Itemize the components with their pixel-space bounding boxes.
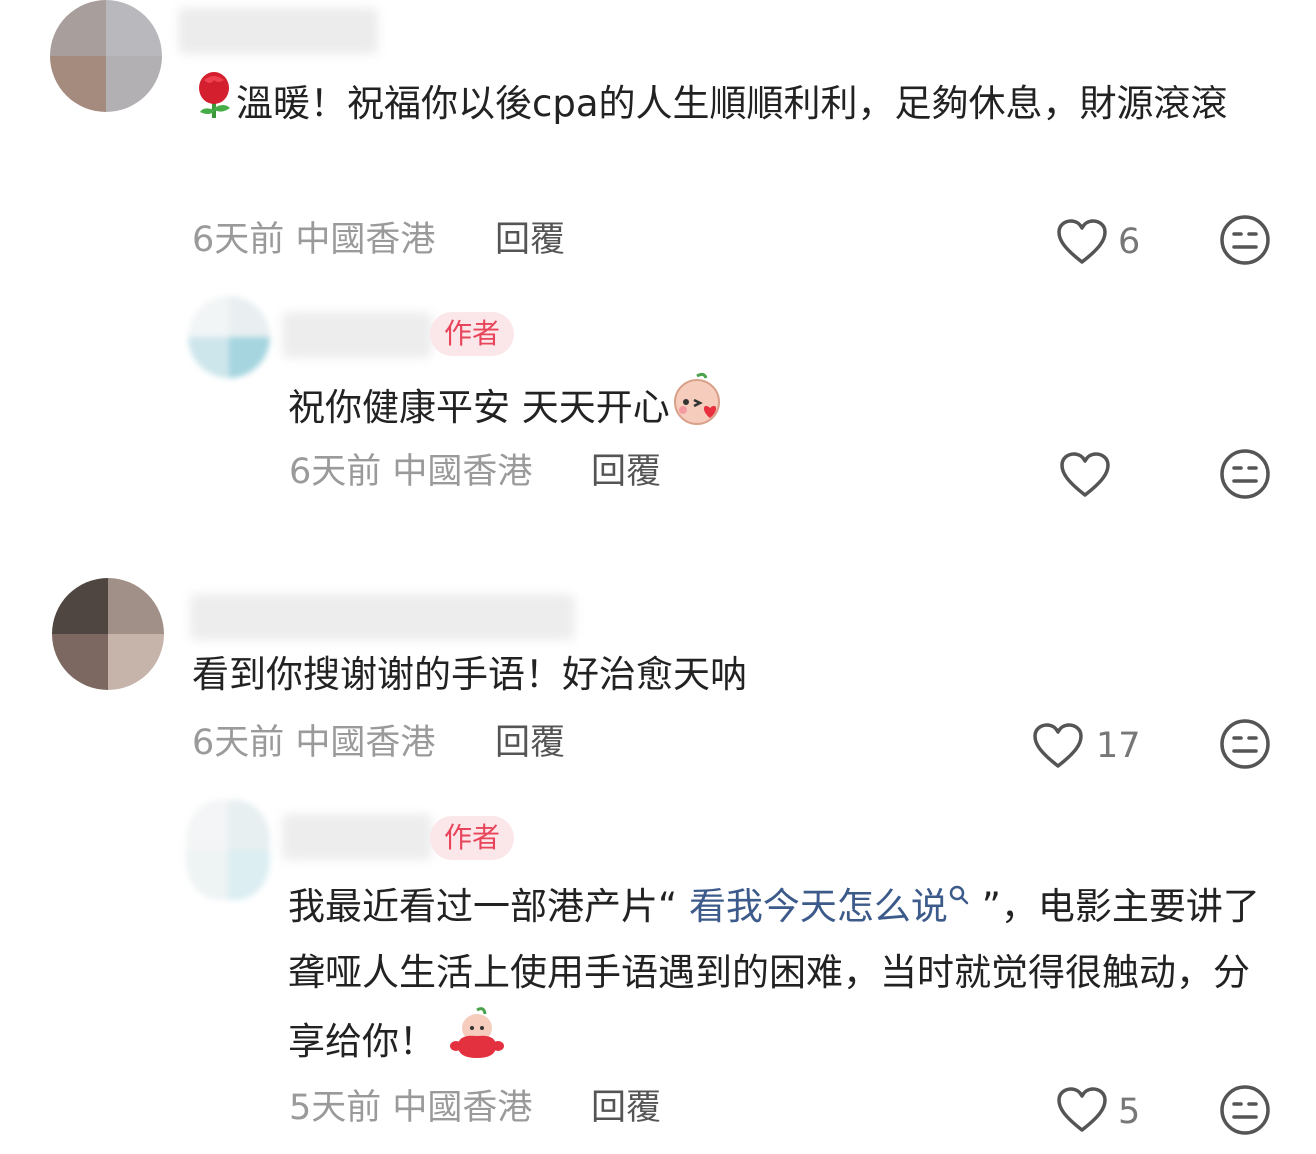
comment-meta: 6天前 中國香港 bbox=[192, 723, 436, 763]
reply-button[interactable]: 回覆 bbox=[591, 452, 661, 492]
comment-meta: 6天前 中國香港 bbox=[192, 220, 436, 260]
comment-meta: 6天前 中國香港 bbox=[289, 452, 533, 492]
movie-link-text: 看我今天怎么说 bbox=[688, 885, 948, 928]
comment-text: 祝你健康平安 天天开心 bbox=[288, 372, 1188, 447]
avatar[interactable] bbox=[50, 0, 162, 112]
heart-icon[interactable] bbox=[1059, 451, 1111, 499]
comment-text-content: 祝你健康平安 天天开心 bbox=[288, 386, 670, 429]
author-badge: 作者 bbox=[430, 312, 515, 356]
comment-text-content: 溫暖！祝福你以後cpa的人生順順利利，足夠休息，財源滾滾 bbox=[236, 82, 1228, 125]
rose-icon bbox=[192, 70, 236, 141]
like-count: 6 bbox=[1118, 222, 1141, 262]
reply-button[interactable]: 回覆 bbox=[495, 220, 565, 260]
avatar[interactable] bbox=[188, 296, 270, 378]
like-count: 5 bbox=[1118, 1092, 1141, 1132]
avatar[interactable] bbox=[52, 578, 164, 690]
username-blurred[interactable] bbox=[282, 814, 432, 860]
mascot-icon bbox=[448, 1006, 506, 1081]
comment-meta: 5天前 中國香港 bbox=[289, 1088, 533, 1128]
dislike-face-icon[interactable] bbox=[1219, 448, 1271, 500]
comment-text: 看到你搜谢谢的手语！好治愈天呐 bbox=[192, 653, 747, 696]
reply-button[interactable]: 回覆 bbox=[591, 1088, 661, 1128]
dislike-face-icon[interactable] bbox=[1219, 718, 1271, 770]
username-blurred[interactable] bbox=[178, 8, 378, 54]
reply-button[interactable]: 回覆 bbox=[495, 723, 565, 763]
search-icon bbox=[949, 885, 969, 904]
dislike-face-icon[interactable] bbox=[1219, 1084, 1271, 1136]
comment-text: 溫暖！祝福你以後cpa的人生順順利利，足夠休息，財源滾滾 bbox=[192, 70, 1262, 141]
author-badge: 作者 bbox=[430, 816, 515, 860]
comment-text-before: 我最近看过一部港产片“ bbox=[288, 885, 689, 928]
blowing-kiss-icon bbox=[670, 372, 724, 447]
heart-icon[interactable] bbox=[1056, 1086, 1108, 1134]
username-blurred[interactable] bbox=[282, 312, 432, 358]
like-count: 17 bbox=[1096, 726, 1141, 766]
dislike-face-icon[interactable] bbox=[1219, 214, 1271, 266]
heart-icon[interactable] bbox=[1056, 218, 1108, 266]
username-blurred[interactable] bbox=[190, 594, 575, 640]
heart-icon[interactable] bbox=[1032, 722, 1084, 770]
comment-text: 我最近看过一部港产片“ 看我今天怎么说 ”，电影主要讲了聋哑人生活上使用手语遇到… bbox=[288, 874, 1263, 1081]
movie-link[interactable]: 看我今天怎么说 bbox=[689, 885, 970, 928]
avatar[interactable] bbox=[186, 800, 270, 900]
